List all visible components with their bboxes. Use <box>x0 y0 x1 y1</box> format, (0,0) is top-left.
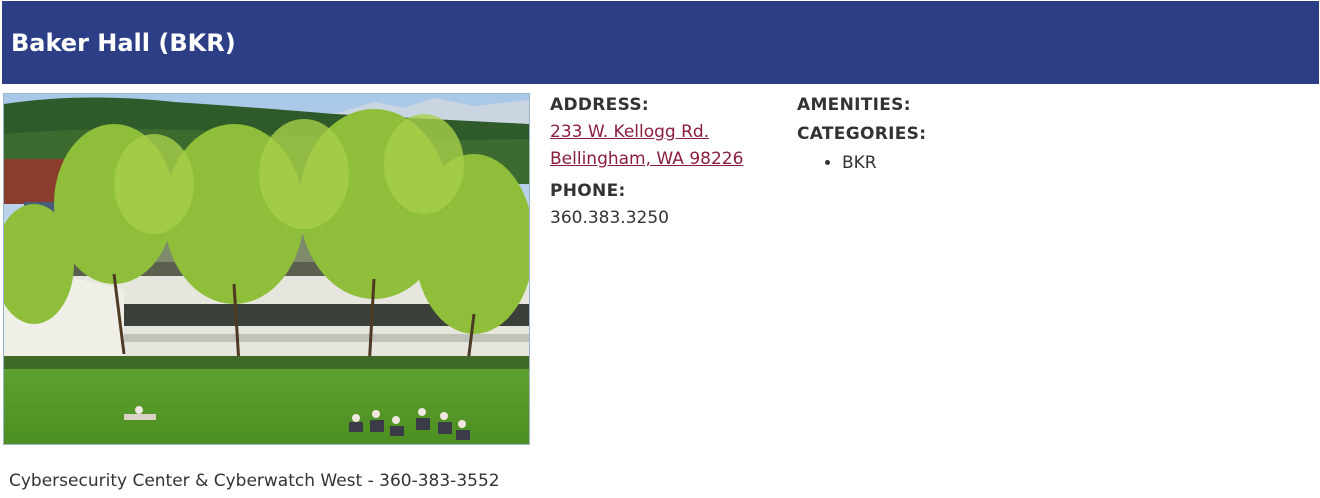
address-line1-link[interactable]: 233 W. Kellogg Rd. <box>550 119 743 146</box>
page-header: Baker Hall (BKR) <box>2 1 1319 84</box>
categories-list: BKR <box>797 150 926 176</box>
phone-label: PHONE: <box>550 181 626 201</box>
categories-label: CATEGORIES: <box>797 124 927 144</box>
address-phone-column: ADDRESS: 233 W. Kellogg Rd. Bellingham, … <box>550 92 743 232</box>
page-title: Baker Hall (BKR) <box>11 29 236 57</box>
amenities-categories-column: AMENITIES: CATEGORIES: BKR <box>797 92 926 176</box>
amenities-label: AMENITIES: <box>797 95 911 115</box>
building-photo <box>3 93 530 445</box>
footer-contact: Cybersecurity Center & Cyberwatch West -… <box>9 471 500 491</box>
category-item: BKR <box>842 150 926 176</box>
address-line2-link[interactable]: Bellingham, WA 98226 <box>550 146 743 173</box>
phone-value: 360.383.3250 <box>550 208 669 228</box>
address-label: ADDRESS: <box>550 95 650 115</box>
